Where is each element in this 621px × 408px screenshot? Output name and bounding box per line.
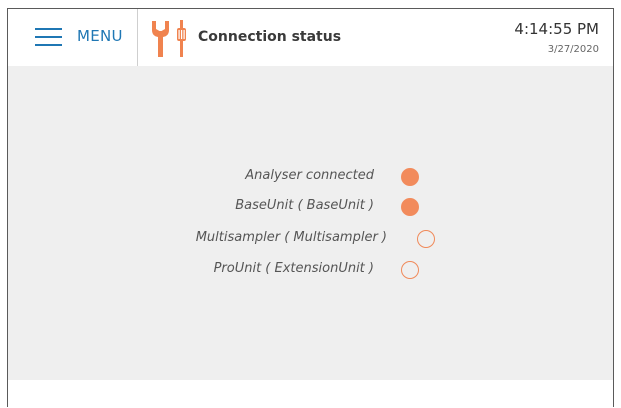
menu-button[interactable]: MENU (8, 9, 138, 66)
status-row-analyser: Analyser connected (8, 163, 613, 191)
status-label: Multisampler ( Multisampler ) (195, 230, 387, 245)
app-frame: MENU Connection status 4:14:55 PM 3/27/2… (7, 8, 614, 408)
status-indicator-icon (417, 230, 435, 248)
current-time: 4:14:55 PM (514, 20, 599, 38)
connection-status-panel: Analyser connected BaseUnit ( BaseUnit )… (8, 66, 613, 380)
menu-label: MENU (77, 27, 123, 45)
clock: 4:14:55 PM 3/27/2020 (514, 20, 599, 55)
status-row-baseunit: BaseUnit ( BaseUnit ) (8, 193, 613, 221)
status-label: BaseUnit ( BaseUnit ) (235, 198, 374, 213)
header-bar: MENU Connection status 4:14:55 PM 3/27/2… (8, 9, 613, 66)
page-title: Connection status (198, 29, 342, 45)
hamburger-icon (35, 28, 62, 46)
status-indicator-icon (401, 261, 419, 279)
status-label: Analyser connected (245, 168, 374, 183)
wrench-screwdriver-icon (152, 20, 186, 57)
status-row-prounit: ProUnit ( ExtensionUnit ) (8, 256, 613, 284)
status-indicator-icon (401, 168, 419, 186)
current-date: 3/27/2020 (547, 44, 599, 55)
footer-area (8, 380, 613, 408)
status-list: Analyser connected BaseUnit ( BaseUnit )… (8, 66, 613, 380)
status-indicator-icon (401, 198, 419, 216)
status-row-multisampler: Multisampler ( Multisampler ) (8, 225, 613, 253)
status-label: ProUnit ( ExtensionUnit ) (213, 261, 374, 276)
